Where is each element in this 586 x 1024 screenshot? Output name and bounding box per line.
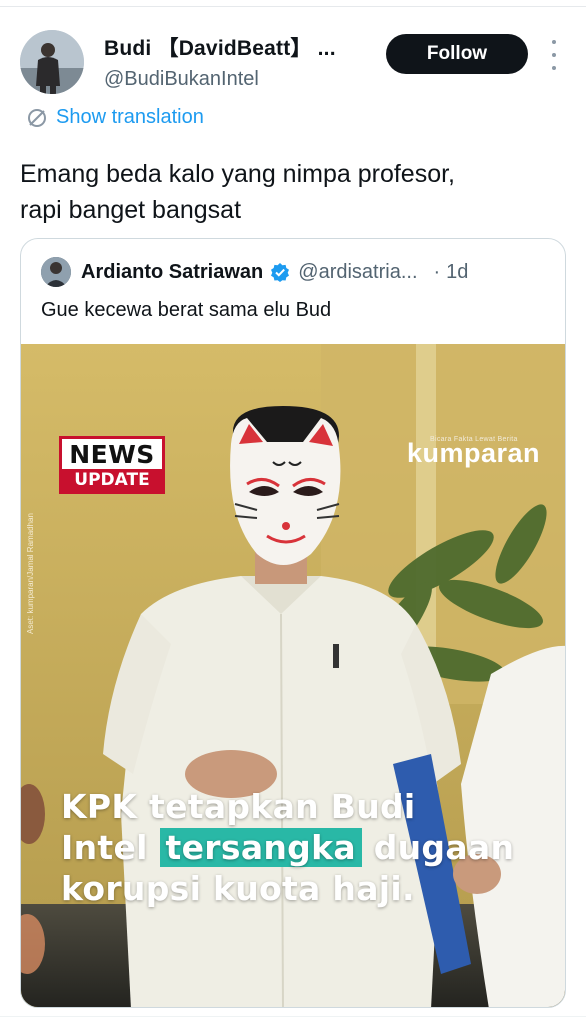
headline-line-2-start: Intel — [61, 828, 148, 867]
post-header: Budi 【DavidBeatt】 ... @BudiBukanIntel Fo… — [0, 18, 586, 108]
tweet-text-line-1: Emang beda kalo yang nimpa profesor, — [20, 160, 455, 188]
author-avatar[interactable] — [20, 30, 84, 94]
news-badge-top: NEWS — [69, 439, 155, 469]
author-handle[interactable]: @BudiBukanIntel — [104, 68, 374, 91]
quoted-tweet-card[interactable]: Ardianto Satriawan @ardisatria... · 1d G… — [20, 238, 566, 1008]
more-vertical-icon[interactable] — [544, 40, 564, 70]
quoted-author-name[interactable]: Ardianto Satriawan — [81, 261, 263, 284]
quoted-timestamp[interactable]: 1d — [446, 261, 468, 284]
quoted-author-avatar[interactable] — [41, 257, 71, 287]
headline-line-2-end: dugaan — [373, 828, 515, 867]
headline-line-3: korupsi kuota haji. — [61, 869, 415, 908]
news-badge-bottom: UPDATE — [62, 469, 162, 491]
show-translation-label: Show translation — [56, 106, 204, 128]
headline-overlay: KPK tetapkan Budi Intel tersangka dugaan… — [61, 786, 514, 909]
quoted-tweet-header: Ardianto Satriawan @ardisatria... · 1d — [41, 257, 551, 287]
show-translation-link[interactable]: Show translation — [26, 106, 204, 129]
bottom-divider — [0, 1016, 586, 1017]
top-divider — [0, 6, 586, 7]
quoted-separator: · — [433, 260, 441, 283]
author-name-block: Budi 【DavidBeatt】 ... @BudiBukanIntel — [104, 32, 374, 91]
headline-line-2: Intel tersangka dugaan — [61, 827, 514, 868]
photo-credit: Aset: kumparan/Jamal Ramadhan — [26, 513, 35, 634]
news-update-badge: NEWS UPDATE — [59, 436, 165, 494]
quoted-media-image[interactable]: NEWS UPDATE Bicara Fakta Lewat Berita ku… — [21, 344, 565, 1007]
tweet-text: Emang beda kalo yang nimpa profesor, rap… — [20, 156, 570, 228]
headline-line-1: KPK tetapkan Budi — [61, 787, 416, 826]
tweet-text-line-2: rapi banget bangsat — [20, 196, 242, 224]
follow-button[interactable]: Follow — [386, 34, 528, 74]
headline-highlight: tersangka — [159, 828, 362, 867]
verified-badge-icon — [270, 262, 290, 282]
translate-icon — [28, 108, 46, 127]
kumparan-logo: kumparan — [407, 438, 541, 468]
quoted-author-handle[interactable]: @ardisatria... — [298, 261, 417, 284]
author-display-name[interactable]: Budi 【DavidBeatt】 ... — [104, 32, 374, 62]
quoted-tweet-text: Gue kecewa berat sama elu Bud — [41, 299, 332, 321]
